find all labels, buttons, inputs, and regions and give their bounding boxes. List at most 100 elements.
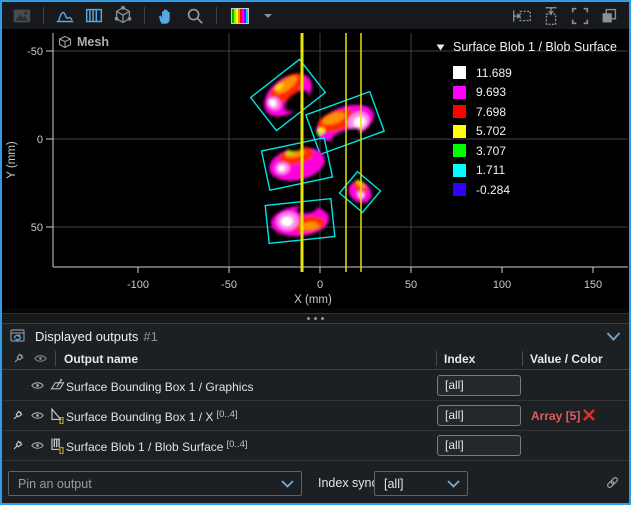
toolbar bbox=[2, 2, 629, 29]
panel-title: Displayed outputs bbox=[35, 329, 138, 344]
surface-blob bbox=[265, 199, 335, 244]
legend-entry: 9.693 bbox=[453, 83, 624, 103]
x-tick-label: -100 bbox=[127, 279, 149, 291]
index-input[interactable]: [all] bbox=[437, 405, 521, 426]
legend-title-text: Surface Blob 1 / Blob Surface bbox=[453, 40, 617, 54]
svg-text:[]: [] bbox=[59, 447, 64, 455]
output-row-blob-surface[interactable]: [] Surface Blob 1 / Blob Surface[0..4] [… bbox=[2, 431, 629, 461]
blob-surface-legend: Surface Blob 1 / Blob Surface 11.689 9.6… bbox=[436, 40, 624, 200]
pinned-pin-icon[interactable] bbox=[10, 408, 25, 428]
index-sync-combobox[interactable]: [all] bbox=[374, 471, 468, 496]
legend-value: 3.707 bbox=[476, 144, 506, 158]
legend-color-swatch bbox=[453, 66, 466, 79]
zoom-tool-icon[interactable] bbox=[183, 4, 207, 28]
fit-width-icon[interactable] bbox=[510, 4, 534, 28]
mesh-label-text: Mesh bbox=[77, 35, 109, 49]
x-tick-label: 150 bbox=[584, 279, 602, 291]
legend-color-swatch bbox=[453, 125, 466, 138]
layers-icon[interactable] bbox=[597, 4, 621, 28]
panel-collapse-chevron[interactable] bbox=[606, 332, 621, 341]
splitter-handle[interactable] bbox=[2, 313, 629, 323]
surface-blob bbox=[306, 92, 384, 155]
output-name: Surface Blob 1 / Blob Surface bbox=[66, 440, 223, 454]
eye-column-icon bbox=[33, 351, 48, 369]
x-axis-label: X (mm) bbox=[294, 294, 332, 306]
legend-color-swatch bbox=[453, 164, 466, 177]
column-value-color: Value / Color bbox=[530, 352, 603, 366]
pin-output-placeholder: Pin an output bbox=[18, 477, 92, 491]
chevron-down-icon bbox=[447, 480, 460, 488]
mesh-3d-view-icon[interactable] bbox=[111, 4, 135, 28]
surface-blob bbox=[261, 136, 332, 190]
panel-header: Displayed outputs #1 bbox=[2, 324, 629, 348]
column-output-name: Output name bbox=[64, 352, 138, 366]
output-name: Surface Bounding Box 1 / X bbox=[66, 410, 213, 424]
visibility-eye-icon[interactable] bbox=[30, 408, 45, 428]
output-row-x-values[interactable]: [] Surface Bounding Box 1 / X[0..4] [all… bbox=[2, 401, 629, 431]
graphics-output-icon bbox=[48, 376, 67, 399]
surface-viewer[interactable]: -50 0 50 Y (mm) -100 -50 0 50 100 150 X … bbox=[2, 29, 629, 308]
legend-entry: -0.284 bbox=[453, 180, 624, 200]
column-separator bbox=[55, 351, 56, 366]
surface-blob bbox=[251, 59, 326, 130]
output-name: Surface Bounding Box 1 / Graphics bbox=[66, 380, 253, 394]
y-axis-label: Y (mm) bbox=[6, 141, 18, 179]
toolbar-separator bbox=[216, 7, 217, 24]
legend-color-swatch bbox=[453, 183, 466, 196]
legend-color-swatch bbox=[453, 105, 466, 118]
pinned-pin-icon[interactable] bbox=[10, 438, 25, 458]
x-tick-label: -50 bbox=[221, 279, 237, 291]
x-tick-label: 100 bbox=[493, 279, 511, 291]
pan-hand-icon[interactable] bbox=[154, 4, 178, 28]
legend-entry: 7.698 bbox=[453, 102, 624, 122]
chevron-down-icon bbox=[281, 480, 294, 488]
toolbar-separator bbox=[43, 7, 44, 24]
surface-blobs bbox=[251, 59, 384, 243]
legend-color-swatch bbox=[453, 86, 466, 99]
y-tick-label: 50 bbox=[31, 222, 43, 234]
column-separator bbox=[436, 351, 437, 366]
y-tick-labels: -50 0 50 bbox=[27, 46, 43, 234]
x-tick-label: 0 bbox=[317, 279, 323, 291]
image-view-icon[interactable] bbox=[10, 4, 34, 28]
pane-splitter bbox=[2, 308, 629, 323]
legend-value: 11.689 bbox=[476, 66, 512, 80]
legend-entry: 3.707 bbox=[453, 141, 624, 161]
pin-output-combobox[interactable]: Pin an output bbox=[8, 471, 302, 496]
legend-entry: 11.689 bbox=[453, 63, 624, 83]
visibility-eye-icon[interactable] bbox=[30, 378, 45, 398]
visibility-eye-icon[interactable] bbox=[30, 438, 45, 458]
surface-view-icon[interactable] bbox=[82, 4, 106, 28]
remove-pin-icon[interactable] bbox=[582, 408, 596, 427]
profile-view-icon[interactable] bbox=[53, 4, 77, 28]
legend-entry: 1.711 bbox=[453, 161, 624, 181]
y-tick-label: -50 bbox=[27, 46, 43, 58]
fit-view-icon[interactable] bbox=[568, 4, 592, 28]
y-tick-label: 0 bbox=[37, 134, 43, 146]
legend-entry: 5.702 bbox=[453, 122, 624, 142]
x-tick-labels: -100 -50 0 50 100 150 bbox=[127, 279, 602, 291]
toolbar-separator bbox=[144, 7, 145, 24]
legend-value: 1.711 bbox=[476, 163, 505, 177]
displayed-outputs-icon bbox=[10, 328, 27, 344]
mesh-label: Mesh bbox=[58, 35, 109, 49]
legend-value: -0.284 bbox=[476, 183, 510, 197]
legend-entries: 11.689 9.693 7.698 5.702 3.707 1.711 -0.… bbox=[453, 63, 624, 200]
fit-height-icon[interactable] bbox=[539, 4, 563, 28]
link-icon[interactable] bbox=[604, 474, 621, 496]
index-sync-value: [all] bbox=[384, 477, 403, 491]
index-input[interactable]: [all] bbox=[437, 375, 521, 396]
colormap-select-icon[interactable] bbox=[226, 4, 256, 28]
column-header-row: Output name Index Value / Color bbox=[2, 348, 629, 370]
value-array-output-icon: [] bbox=[48, 406, 67, 430]
viewer-window: -50 0 50 Y (mm) -100 -50 0 50 100 150 X … bbox=[0, 0, 631, 505]
column-separator bbox=[522, 351, 523, 366]
index-input[interactable]: [all] bbox=[437, 435, 521, 456]
svg-text:[]: [] bbox=[59, 417, 64, 425]
mesh-cube-icon bbox=[58, 35, 72, 49]
output-row-graphics[interactable]: Surface Bounding Box 1 / Graphics [all] bbox=[2, 371, 629, 401]
legend-title[interactable]: Surface Blob 1 / Blob Surface bbox=[436, 40, 624, 54]
displayed-outputs-panel: Displayed outputs #1 Output name Index V… bbox=[2, 323, 629, 503]
panel-footer: Pin an output Index sync [all] bbox=[2, 471, 629, 497]
colormap-dropdown-caret[interactable] bbox=[261, 4, 275, 28]
